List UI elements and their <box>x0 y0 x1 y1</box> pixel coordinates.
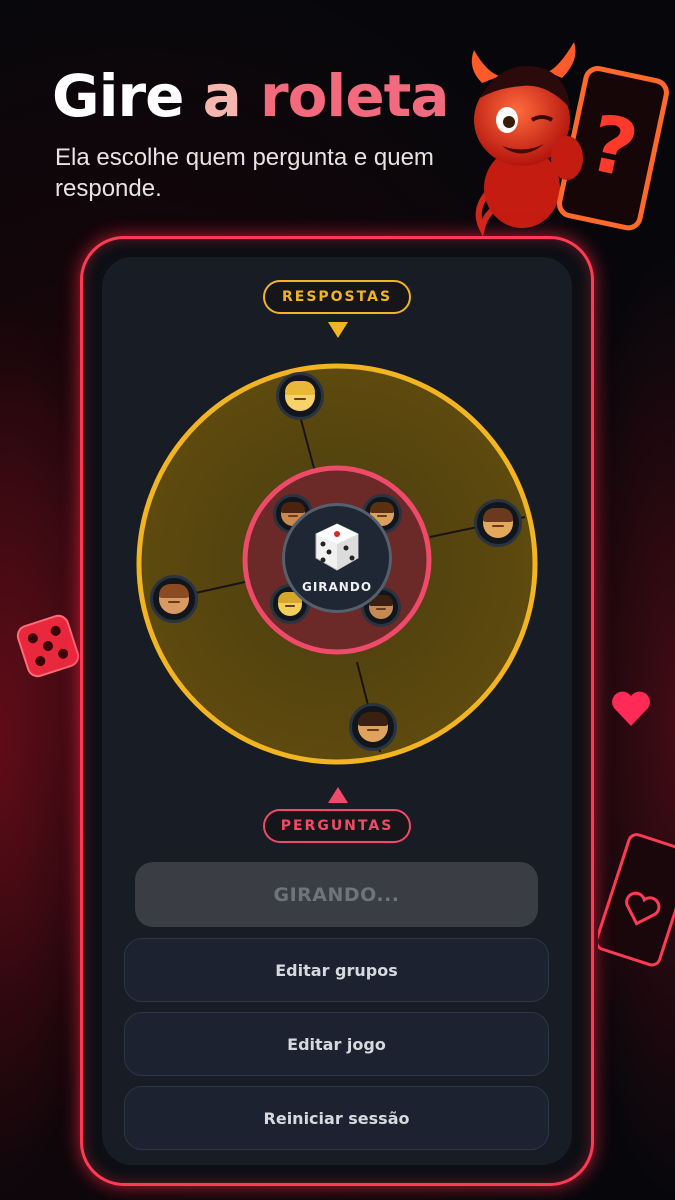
edit-groups-button[interactable]: Editar grupos <box>124 938 549 1002</box>
restart-session-button[interactable]: Reiniciar sessão <box>124 1086 549 1150</box>
questions-label: PERGUNTAS <box>263 809 411 843</box>
subtitle: Ela escolhe quem pergunta e quem respond… <box>55 144 434 202</box>
edit-game-button[interactable]: Editar jogo <box>124 1012 549 1076</box>
headline: Gire a roleta <box>52 62 450 130</box>
headline-word-1: Gire <box>52 62 184 130</box>
hub-status-label: GIRANDO <box>301 580 373 594</box>
dice-icon <box>315 523 359 571</box>
answers-label: RESPOSTAS <box>263 280 411 314</box>
spin-button[interactable]: GIRANDO... <box>135 862 538 927</box>
headline-word-2: a <box>202 62 242 130</box>
answer-player-avatar <box>349 703 397 751</box>
headline-word-3: roleta <box>259 62 450 130</box>
heart-card-icon <box>598 833 675 967</box>
player-face-icon <box>285 381 315 411</box>
player-face-icon <box>483 508 513 538</box>
answer-player-avatar <box>474 499 522 547</box>
questions-pointer-icon <box>328 787 348 803</box>
devil-mascot-icon: ? <box>471 42 669 237</box>
answers-pointer-icon <box>328 322 348 338</box>
heart-icon <box>612 691 650 726</box>
dice-icon <box>16 614 80 678</box>
answer-player-avatar <box>276 372 324 420</box>
player-face-icon <box>159 584 189 614</box>
player-face-icon <box>358 712 388 742</box>
answer-player-avatar <box>150 575 198 623</box>
